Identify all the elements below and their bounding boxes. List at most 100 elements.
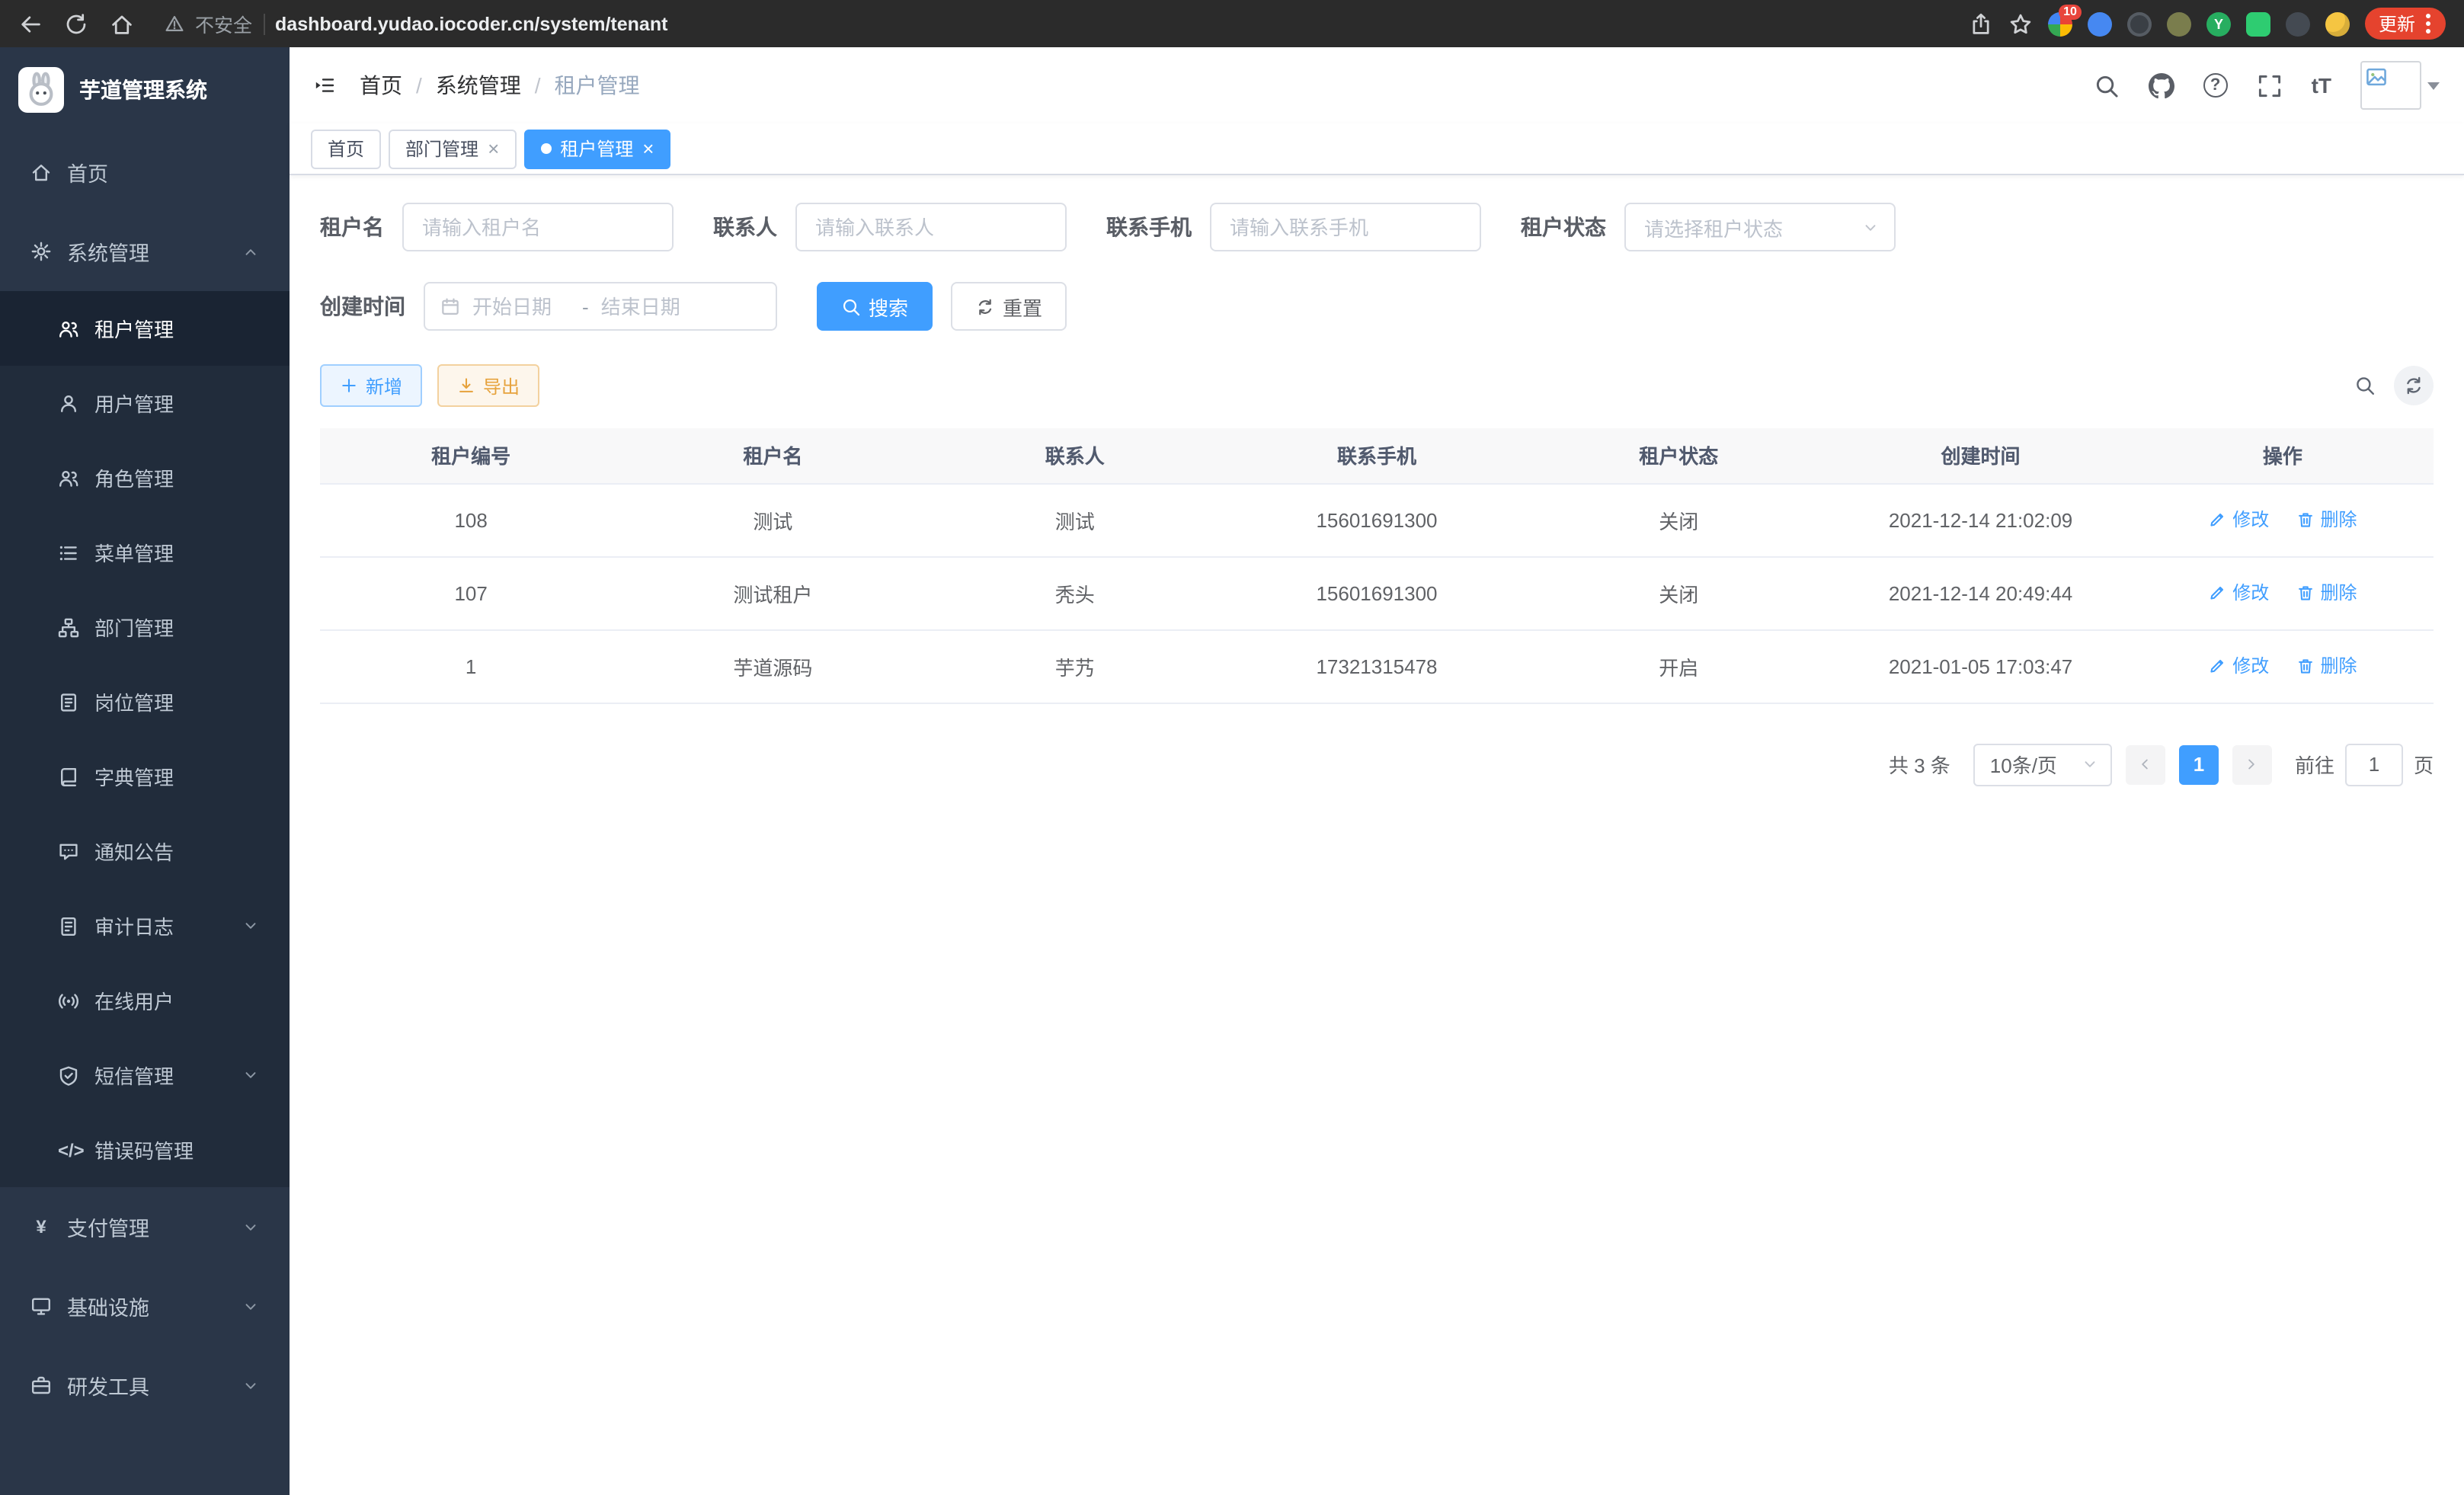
dict-icon — [58, 766, 79, 787]
search-icon — [841, 296, 861, 316]
extension-icon-4[interactable] — [2167, 11, 2191, 36]
extension-icon-5[interactable]: Y — [2206, 11, 2231, 36]
chevron-up-icon — [242, 243, 259, 260]
close-icon[interactable]: × — [488, 139, 499, 158]
create-time-label: 创建时间 — [320, 291, 405, 322]
sidebar-item-notice[interactable]: 通知公告 — [0, 814, 290, 888]
refresh-icon — [2403, 375, 2424, 396]
sidebar-item-sms[interactable]: 短信管理 — [0, 1038, 290, 1112]
calendar-icon — [440, 296, 460, 316]
goto-prefix: 前往 — [2295, 750, 2334, 779]
browser-update-button[interactable]: 更新 — [2365, 8, 2446, 40]
sidebar-item-home[interactable]: 首页 — [0, 133, 290, 212]
extension-icon-7[interactable] — [2286, 11, 2310, 36]
avatar[interactable] — [2360, 61, 2421, 110]
tenant-name-input[interactable] — [402, 203, 674, 251]
sidebar-toggle-icon[interactable] — [314, 75, 335, 96]
status-select[interactable]: 请选择租户状态 — [1624, 203, 1896, 251]
org-tree-icon — [58, 616, 79, 638]
reload-icon[interactable] — [64, 11, 88, 36]
sidebar-item-dept[interactable]: 部门管理 — [0, 590, 290, 664]
page-size-select[interactable]: 10条/页 — [1973, 743, 2112, 786]
delete-link[interactable]: 删除 — [2296, 580, 2357, 606]
back-icon[interactable] — [18, 11, 43, 36]
sidebar-item-menu[interactable]: 菜单管理 — [0, 515, 290, 590]
table-header-row: 租户编号 租户名 联系人 联系手机 租户状态 创建时间 操作 — [320, 428, 2434, 483]
share-icon[interactable] — [1969, 11, 1993, 36]
sidebar-item-post[interactable]: 岗位管理 — [0, 664, 290, 739]
sidebar-item-role[interactable]: 角色管理 — [0, 440, 290, 515]
warning-icon — [165, 14, 184, 34]
contact-input[interactable] — [795, 203, 1067, 251]
table-row: 107 测试租户 秃头 15601691300 关闭 2021-12-14 20… — [320, 556, 2434, 629]
home-icon — [30, 162, 52, 183]
col-contact: 联系人 — [924, 428, 1226, 483]
edit-link[interactable]: 修改 — [2208, 580, 2269, 606]
toggle-search-icon[interactable] — [2354, 375, 2376, 396]
sidebar-item-infra[interactable]: 基础设施 — [0, 1266, 290, 1346]
current-page[interactable]: 1 — [2179, 744, 2219, 784]
font-size-icon[interactable]: tT — [2312, 73, 2331, 98]
close-icon[interactable]: × — [642, 139, 654, 158]
fullscreen-icon[interactable] — [2257, 72, 2283, 98]
sidebar-item-user[interactable]: 用户管理 — [0, 366, 290, 440]
tenants-icon — [58, 318, 79, 339]
goto-page-input[interactable] — [2345, 743, 2403, 786]
browser-chrome: 不安全 dashboard.yudao.iocoder.cn/system/te… — [0, 0, 2464, 47]
github-icon[interactable] — [2149, 72, 2174, 98]
sidebar-item-online-user[interactable]: 在线用户 — [0, 963, 290, 1038]
delete-link[interactable]: 删除 — [2296, 507, 2357, 533]
sidebar-item-devtools[interactable]: 研发工具 — [0, 1346, 290, 1425]
chevron-down-icon — [242, 1067, 259, 1084]
yen-icon: ¥ — [30, 1216, 52, 1237]
tab-home[interactable]: 首页 — [311, 129, 381, 168]
security-label: 不安全 — [195, 9, 252, 38]
start-date-input[interactable] — [460, 295, 582, 318]
plus-icon — [340, 376, 358, 395]
sidebar-item-audit-log[interactable]: 审计日志 — [0, 888, 290, 963]
sidebar: 芋道管理系统 首页 系统管理 租户管理 用户管理 — [0, 47, 290, 1495]
next-page-button[interactable] — [2232, 744, 2272, 784]
export-button[interactable]: 导出 — [437, 364, 539, 407]
extension-icon-8[interactable] — [2325, 11, 2350, 36]
mobile-input[interactable] — [1210, 203, 1481, 251]
refresh-table-button[interactable] — [2394, 366, 2434, 405]
sidebar-item-tenant[interactable]: 租户管理 — [0, 291, 290, 366]
broken-image-icon — [2365, 66, 2388, 88]
tab-dept[interactable]: 部门管理 × — [389, 129, 516, 168]
address-bar[interactable]: 不安全 dashboard.yudao.iocoder.cn/system/te… — [165, 9, 1969, 38]
prev-page-button[interactable] — [2126, 744, 2165, 784]
chevron-down-icon — [1862, 219, 1879, 235]
tab-tenant[interactable]: 租户管理 × — [523, 129, 670, 168]
sidebar-item-dict[interactable]: 字典管理 — [0, 739, 290, 814]
extension-icon-1[interactable]: 10 — [2048, 11, 2072, 36]
edit-link[interactable]: 修改 — [2208, 507, 2269, 533]
breadcrumb-home[interactable]: 首页 — [360, 70, 402, 101]
search-button[interactable]: 搜索 — [817, 282, 933, 331]
app-logo[interactable]: 芋道管理系统 — [0, 47, 290, 133]
active-dot-icon — [540, 143, 551, 154]
home-icon[interactable] — [110, 11, 134, 36]
post-icon — [58, 691, 79, 712]
add-button[interactable]: 新增 — [320, 364, 422, 407]
sidebar-item-system[interactable]: 系统管理 — [0, 212, 290, 291]
tenant-table: 租户编号 租户名 联系人 联系手机 租户状态 创建时间 操作 108 测试 — [320, 428, 2434, 703]
extension-icon-3[interactable] — [2127, 11, 2152, 36]
edit-link[interactable]: 修改 — [2208, 653, 2269, 679]
reset-button[interactable]: 重置 — [951, 282, 1067, 331]
toolbox-icon — [30, 1375, 52, 1396]
bookmark-star-icon[interactable] — [2008, 11, 2033, 36]
browser-menu-icon[interactable] — [2426, 21, 2430, 26]
avatar-caret-icon[interactable] — [2427, 82, 2440, 89]
create-time-range-picker[interactable]: - — [424, 282, 777, 331]
search-icon[interactable] — [2094, 72, 2120, 98]
delete-link[interactable]: 删除 — [2296, 653, 2357, 679]
sidebar-item-payment[interactable]: ¥ 支付管理 — [0, 1187, 290, 1266]
help-icon[interactable]: ? — [2203, 73, 2228, 98]
extension-icon-6[interactable] — [2246, 11, 2270, 36]
goto-suffix: 页 — [2414, 750, 2434, 779]
end-date-input[interactable] — [589, 295, 711, 318]
extension-icon-2[interactable] — [2088, 11, 2112, 36]
breadcrumb-system[interactable]: 系统管理 — [436, 70, 521, 101]
sidebar-item-error-code[interactable]: </> 错误码管理 — [0, 1112, 290, 1187]
